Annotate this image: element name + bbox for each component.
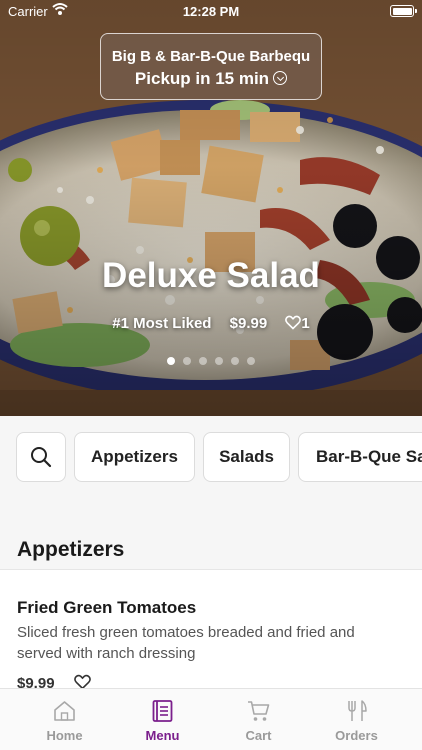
menu-screen: Carrier 12:28 PM Big B & Bar-B-Que Barbe… [0, 0, 422, 750]
tab-orders[interactable]: Orders [304, 689, 409, 750]
tab-cart[interactable]: Cart [206, 689, 311, 750]
carousel-dot[interactable] [199, 357, 207, 365]
battery-icon [390, 5, 417, 17]
category-bar: Appetizers Salads Bar-B-Que Sa [0, 432, 422, 484]
menu-item-description: Sliced fresh green tomatoes breaded and … [17, 624, 355, 662]
featured-like-count: 1 [301, 315, 310, 332]
carousel-dot[interactable] [167, 357, 175, 365]
pickup-time: Pickup in 15 min [101, 69, 321, 89]
tab-label: Orders [335, 728, 378, 743]
category-bar-b-que[interactable]: Bar-B-Que Sa [298, 432, 422, 482]
featured-dish-meta: #1 Most Liked $9.99 1 [0, 315, 422, 332]
store-name: Big B & Bar-B-Que Barbequ [111, 48, 311, 65]
chevron-down-circle-icon [273, 71, 288, 85]
cart-icon [248, 701, 270, 721]
tab-bar: Home Menu Cart Orders [0, 688, 422, 750]
status-bar: Carrier 12:28 PM [0, 0, 422, 24]
carousel-dot[interactable] [183, 357, 191, 365]
featured-price: $9.99 [229, 315, 268, 332]
tab-menu[interactable]: Menu [110, 689, 215, 750]
featured-dish-title: Deluxe Salad [102, 256, 320, 295]
tab-label: Cart [245, 728, 272, 743]
carousel-dot[interactable] [231, 357, 239, 365]
clock: 12:28 PM [182, 4, 240, 19]
menu-item-name: Fried Green Tomatoes [17, 598, 197, 617]
carousel-dot[interactable] [247, 357, 255, 365]
featured-rank: #1 Most Liked [112, 315, 212, 332]
menu-item[interactable]: Fried Green Tomatoes Sliced fresh green … [0, 570, 422, 692]
search-icon [31, 447, 52, 468]
menu-book-icon [152, 700, 173, 722]
carousel-dot[interactable] [215, 357, 223, 365]
carousel-page-indicator[interactable] [0, 357, 422, 365]
section-title: Appetizers [17, 538, 125, 561]
tab-label: Home [46, 728, 83, 743]
featured-likes[interactable]: 1 [285, 315, 310, 332]
tab-home[interactable]: Home [12, 689, 117, 750]
fork-knife-icon [348, 700, 367, 721]
section-header: Appetizers [0, 520, 422, 570]
tab-label: Menu [145, 728, 180, 743]
heart-icon [285, 315, 302, 330]
category-appetizers[interactable]: Appetizers [74, 432, 195, 482]
home-icon [54, 701, 75, 721]
category-salads[interactable]: Salads [203, 432, 290, 482]
featured-hero[interactable]: Carrier 12:28 PM Big B & Bar-B-Que Barbe… [0, 0, 422, 416]
search-button[interactable] [16, 432, 66, 482]
pickup-selector-button[interactable]: Big B & Bar-B-Que Barbequ Pickup in 15 m… [100, 33, 322, 100]
